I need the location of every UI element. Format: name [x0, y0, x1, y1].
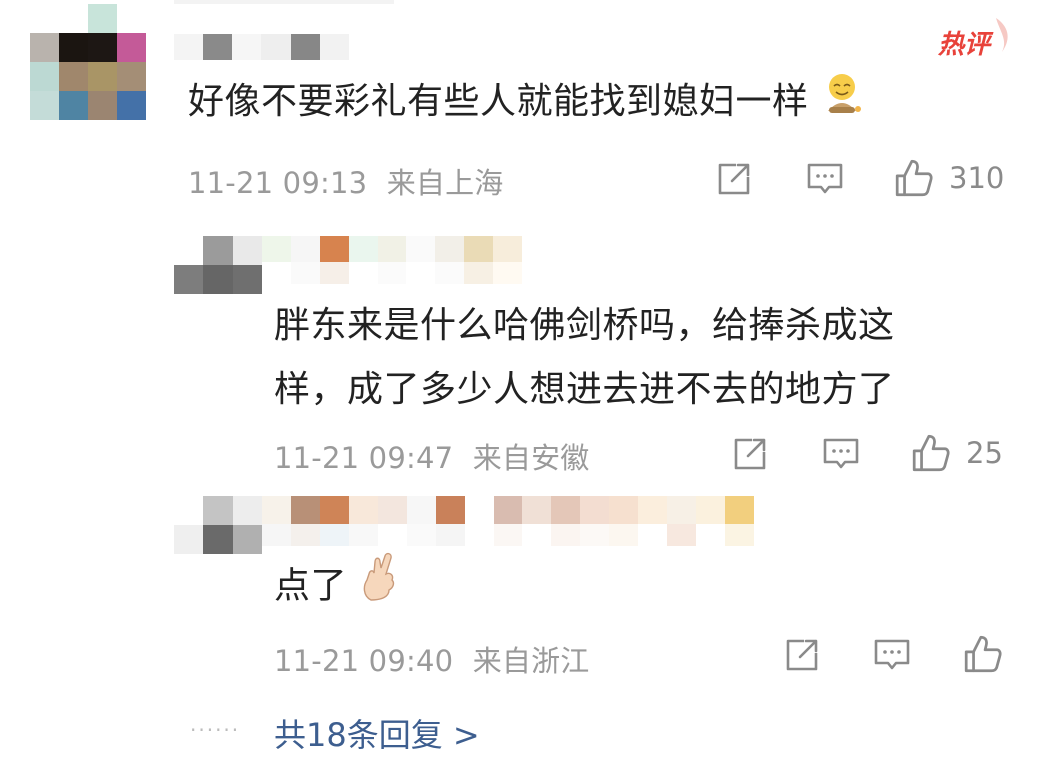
comment-time: 11-21 09:40	[274, 644, 454, 678]
reply-button[interactable]	[872, 635, 912, 679]
comment-icon	[807, 163, 843, 194]
comment-line-1: 胖东来是什么哈佛剑桥吗，给捧杀成这	[274, 305, 895, 346]
divider-dots: ······	[190, 718, 241, 742]
username[interactable]	[262, 236, 522, 262]
hot-badge-label: 热评	[938, 30, 991, 60]
comment-meta: 11-21 09:47 来自安徽	[274, 435, 590, 477]
reply-button[interactable]	[805, 159, 845, 203]
like-button[interactable]	[962, 633, 1004, 679]
comment-text: 点了	[274, 552, 399, 623]
share-button[interactable]	[730, 434, 770, 478]
like-count: 310	[949, 161, 1005, 195]
share-icon	[786, 639, 818, 671]
avatar[interactable]	[174, 496, 262, 554]
comment-location: 来自浙江	[472, 644, 590, 678]
avatar[interactable]	[174, 236, 262, 294]
thumbs-up-icon	[895, 159, 933, 197]
comment-line-2: 样，成了多少人想进去进不去的地方了	[274, 369, 895, 410]
username-underlay	[174, 0, 394, 4]
comment-text: 胖东来是什么哈佛剑桥吗，给捧杀成这 样，成了多少人想进去进不去的地方了	[274, 294, 974, 422]
comment-icon	[874, 639, 910, 670]
comment-meta: 11-21 09:13 来自上海	[188, 160, 504, 202]
share-icon	[718, 163, 750, 195]
comment-location: 来自安徽	[472, 441, 590, 475]
avatar[interactable]	[30, 4, 146, 120]
share-button[interactable]	[782, 635, 822, 679]
comment-icon	[823, 438, 859, 469]
comment-location: 来自上海	[386, 166, 504, 200]
crossed-fingers-emoji-icon	[359, 552, 399, 623]
comment-meta: 11-21 09:40 来自浙江	[274, 638, 590, 680]
view-replies-link[interactable]: 共18条回复 >	[274, 710, 480, 756]
comment-time: 11-21 09:13	[188, 166, 368, 200]
username-underlay	[262, 524, 754, 546]
username[interactable]	[174, 34, 378, 60]
comment-time: 11-21 09:47	[274, 441, 454, 475]
like-count: 25	[966, 436, 1003, 470]
share-button[interactable]	[714, 159, 754, 203]
comment-body: 点了	[274, 565, 348, 607]
comment-body: 好像不要彩礼有些人就能找到媳妇一样	[188, 81, 809, 122]
username[interactable]	[262, 496, 754, 524]
like-button[interactable]: 25	[910, 432, 1003, 474]
reply-button[interactable]	[821, 434, 861, 478]
like-button[interactable]: 310	[893, 157, 1004, 199]
thumbs-up-icon	[912, 434, 950, 472]
thumbs-up-icon	[964, 635, 1002, 673]
smiling-face-emoji-icon	[820, 71, 864, 136]
username-underlay	[262, 262, 522, 284]
hot-comment-badge: 热评	[938, 12, 1018, 62]
share-icon	[734, 438, 766, 470]
comment-text: 好像不要彩礼有些人就能找到媳妇一样	[188, 70, 864, 136]
